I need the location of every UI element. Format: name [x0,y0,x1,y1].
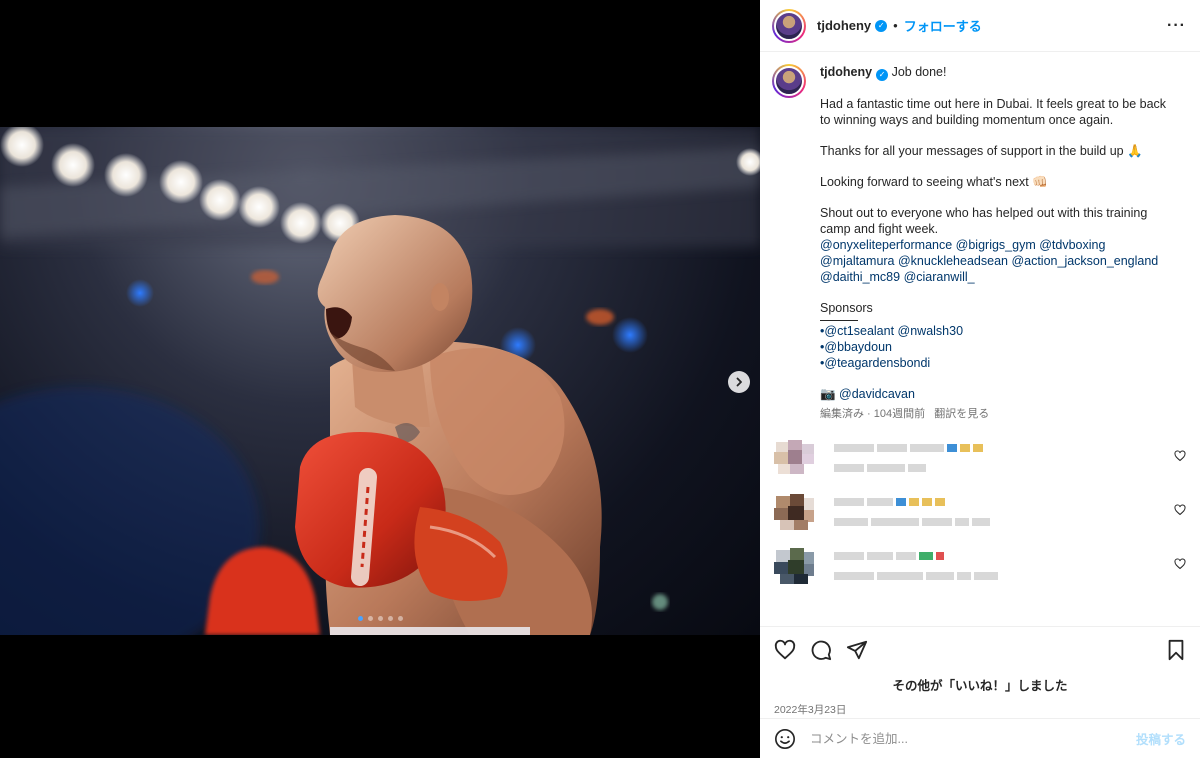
sponsor-line[interactable]: •@teagardensbondi [820,355,1170,371]
post-photo [0,127,760,635]
emoji-icon [775,728,795,749]
caption-paragraph: Thanks for all your messages of support … [820,144,1143,158]
post-actions: その他が「いいね！」しました 2022年3月23日 [760,626,1200,717]
comment-like-heart-icon[interactable] [1174,558,1186,570]
post-comment-button[interactable]: 投稿する [1136,729,1186,748]
comment-like-heart-icon[interactable] [1174,450,1186,462]
likes-text: が「いいね！」しました [930,679,1068,693]
post-header: tjdoheny ✓ • フォローする ··· [760,0,1200,52]
verified-badge-icon: ✓ [876,69,889,81]
likes-summary[interactable]: その他が「いいね！」しました [774,675,1186,694]
commenter-avatar-blurred[interactable] [772,440,816,476]
carousel-dot [398,616,403,621]
comment-button[interactable] [810,639,832,661]
edited-timestamp: 編集済み · 104週間前 [820,408,926,420]
comment-icon [811,640,832,661]
carousel-indicator [358,616,403,621]
see-translation-link[interactable]: 翻訳を見る [934,408,989,420]
caption-author-avatar[interactable] [772,64,806,98]
comment-like-heart-icon[interactable] [1174,504,1186,516]
author-username[interactable]: tjdoheny [817,18,871,33]
save-button[interactable] [1166,639,1186,661]
carousel-next-button[interactable] [728,371,750,393]
likes-others: その他 [892,679,930,693]
post-detail-panel: tjdoheny ✓ • フォローする ··· tjdoheny ✓ Job do… [760,0,1200,758]
comment-item [772,494,1186,530]
caption-paragraph: Looking forward to seeing what's next 👊🏻 [820,175,1048,189]
comments-scroll-area[interactable]: tjdoheny ✓ Job done! Had a fantastic time… [760,52,1200,620]
caption-username[interactable]: tjdoheny [820,65,872,79]
comment-input[interactable] [810,731,1136,746]
follow-button[interactable]: フォローする [904,16,982,35]
verified-badge-icon: ✓ [875,19,888,32]
add-comment-bar: 投稿する [760,718,1200,758]
share-button[interactable] [846,639,868,661]
caption-paragraph: Had a fantastic time out here in Dubai. … [820,97,1167,127]
post-date: 2022年3月23日 [774,704,847,716]
carousel-dot [378,616,383,621]
commenter-avatar-blurred[interactable] [772,548,816,584]
share-icon [846,640,868,660]
separator-dot: • [893,18,898,33]
sponsor-line[interactable]: •@bbaydoun [820,339,1170,355]
media-viewer [0,0,760,758]
comment-item [772,548,1186,584]
sponsors-label: Sponsors [820,301,873,315]
caption-mentions[interactable]: @onyxeliteperformance @bigrigs_gym @tdvb… [820,237,1170,285]
heart-icon [774,639,796,660]
boxer-photo-illustration [0,127,760,635]
caption-title: Job done! [891,65,947,79]
carousel-dot [358,616,363,621]
bookmark-icon [1168,639,1184,661]
carousel-dot [368,616,373,621]
more-options-button[interactable]: ··· [1167,17,1186,35]
sponsor-line[interactable]: •@ct1sealant @nwalsh30 [820,323,1170,339]
photo-credit[interactable]: 📷 @davidcavan [820,386,1170,402]
post-caption: tjdoheny ✓ Job done! Had a fantastic time… [772,64,1186,422]
comment-item [772,440,1186,476]
sponsors-divider [820,320,858,321]
caption-meta: 編集済み · 104週間前 翻訳を見る [820,406,1170,422]
author-avatar[interactable] [772,8,806,43]
carousel-dot [388,616,393,621]
commenter-avatar-blurred[interactable] [772,494,816,530]
emoji-button[interactable] [774,728,796,750]
chevron-right-icon [736,377,742,387]
like-button[interactable] [774,639,796,661]
caption-paragraph: Shout out to everyone who has helped out… [820,206,1148,236]
